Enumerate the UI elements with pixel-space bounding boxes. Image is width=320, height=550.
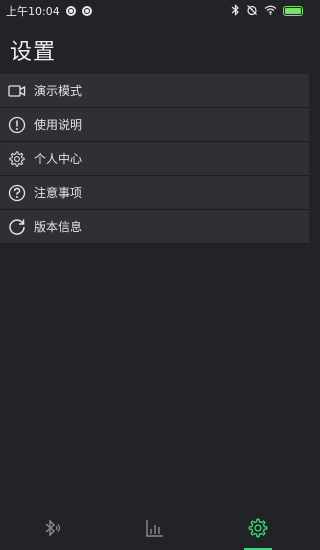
tab-statistics[interactable]: [125, 510, 185, 550]
status-bar: 上午10:04: [0, 0, 309, 22]
bottom-nav: [0, 510, 309, 550]
notification-dot-icon: [65, 6, 76, 16]
menu-item-version-info[interactable]: 版本信息: [0, 210, 309, 244]
menu-item-label: 注意事项: [34, 186, 83, 200]
page-title: 设置: [10, 40, 57, 65]
alarm-off-icon: [246, 4, 258, 19]
tab-settings[interactable]: [228, 510, 288, 550]
question-icon: [8, 184, 26, 202]
battery-icon: [283, 6, 303, 16]
status-time: 上午10:04: [6, 5, 60, 18]
gear-icon: [8, 150, 26, 168]
battery-level: [285, 8, 301, 14]
bar-chart-icon: [145, 518, 165, 542]
bluetooth-icon: [231, 3, 240, 19]
menu-item-notes[interactable]: 注意事项: [0, 176, 309, 210]
info-exclamation-icon: [8, 116, 26, 134]
gear-icon: [247, 517, 269, 543]
menu-item-label: 版本信息: [34, 220, 83, 234]
settings-menu: 演示模式 使用说明 个人中心 注意事项 版本信息: [0, 74, 309, 244]
wifi-icon: [264, 5, 277, 18]
bluetooth-icon: [42, 518, 62, 542]
menu-item-personal-center[interactable]: 个人中心: [0, 142, 309, 176]
tab-bluetooth[interactable]: [22, 510, 82, 550]
menu-item-demo-mode[interactable]: 演示模式: [0, 74, 309, 108]
menu-item-label: 使用说明: [34, 118, 83, 132]
status-bar-right: [231, 3, 303, 19]
menu-item-label: 演示模式: [34, 84, 83, 98]
video-camera-icon: [8, 82, 26, 100]
refresh-icon: [8, 218, 26, 236]
notification-dot-icon: [81, 6, 92, 16]
status-bar-left: 上午10:04: [6, 3, 92, 19]
menu-item-label: 个人中心: [34, 152, 83, 166]
menu-item-instructions[interactable]: 使用说明: [0, 108, 309, 142]
